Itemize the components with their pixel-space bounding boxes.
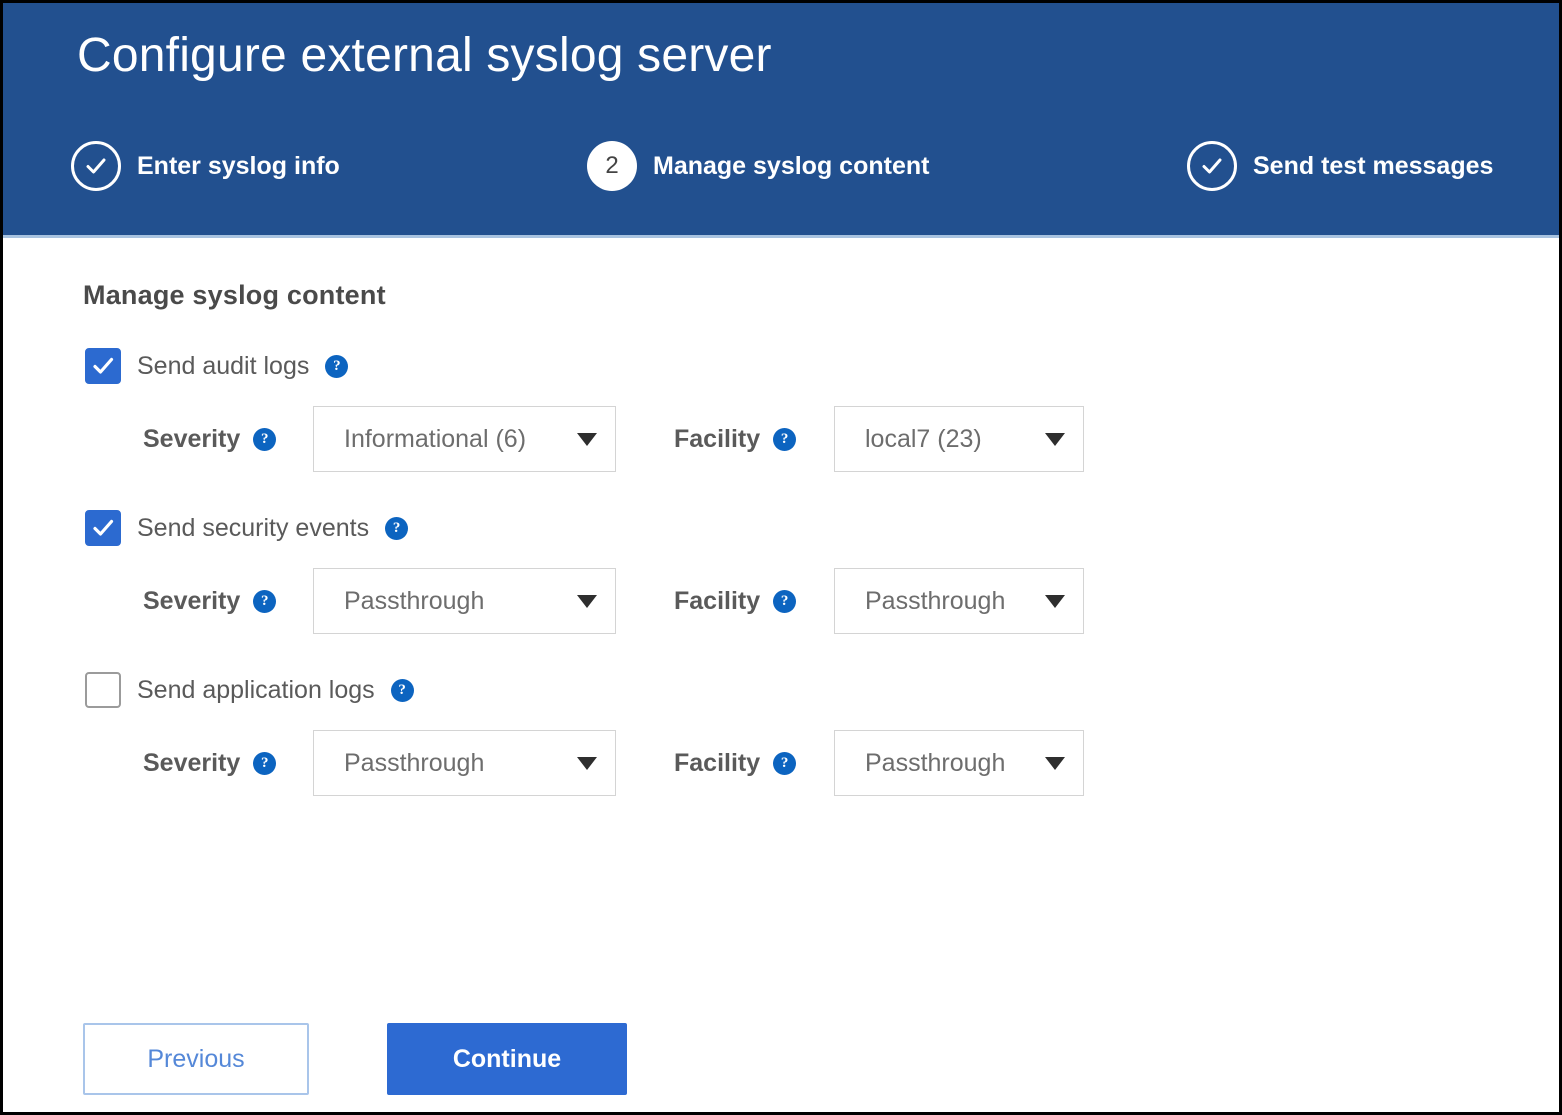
wizard-step-label: Enter syslog info <box>137 152 340 181</box>
severity-label: Severity <box>143 587 240 616</box>
help-icon[interactable]: ? <box>253 752 276 775</box>
chevron-down-icon <box>577 757 597 770</box>
send-application-logs-checkbox[interactable] <box>85 672 121 708</box>
wizard-content: Manage syslog content Send audit logs ? … <box>3 238 1559 797</box>
chevron-down-icon <box>577 433 597 446</box>
check-circle-icon <box>71 141 121 191</box>
audit-logs-facility-select[interactable]: local7 (23) <box>834 406 1084 472</box>
step-number-badge: 2 <box>587 141 637 191</box>
select-value: local7 (23) <box>865 425 982 454</box>
application-logs-facility-select[interactable]: Passthrough <box>834 730 1084 796</box>
audit-logs-fields: Severity ? Informational (6) Facility ? … <box>143 405 1559 473</box>
select-value: Passthrough <box>344 587 484 616</box>
chevron-down-icon <box>1045 595 1065 608</box>
chevron-down-icon <box>1045 757 1065 770</box>
facility-label-group: Facility ? <box>674 749 834 778</box>
chevron-down-icon <box>577 595 597 608</box>
send-audit-logs-checkbox[interactable] <box>85 348 121 384</box>
continue-button[interactable]: Continue <box>387 1023 627 1095</box>
send-security-events-label: Send security events <box>137 514 369 543</box>
application-logs-facility-cell: Facility ? Passthrough <box>674 730 1084 796</box>
help-icon[interactable]: ? <box>773 752 796 775</box>
syslog-group-application-logs: Send application logs ? Severity ? Passt… <box>3 671 1559 797</box>
severity-label-group: Severity ? <box>143 425 313 454</box>
wizard-step-send-test-messages[interactable]: Send test messages <box>1187 138 1493 194</box>
help-icon[interactable]: ? <box>773 428 796 451</box>
wizard-step-label: Manage syslog content <box>653 152 929 181</box>
help-icon[interactable]: ? <box>253 590 276 613</box>
select-value: Passthrough <box>865 587 1005 616</box>
severity-label-group: Severity ? <box>143 749 313 778</box>
page-title: Configure external syslog server <box>77 27 772 85</box>
send-security-events-checkbox[interactable] <box>85 510 121 546</box>
wizard-step-manage-syslog-content[interactable]: 2 Manage syslog content <box>587 138 929 194</box>
audit-logs-severity-select[interactable]: Informational (6) <box>313 406 616 472</box>
help-icon[interactable]: ? <box>773 590 796 613</box>
send-application-logs-row: Send application logs ? <box>85 671 1559 709</box>
help-icon[interactable]: ? <box>391 679 414 702</box>
select-value: Informational (6) <box>344 425 526 454</box>
security-events-facility-select[interactable]: Passthrough <box>834 568 1084 634</box>
facility-label: Facility <box>674 587 760 616</box>
help-icon[interactable]: ? <box>325 355 348 378</box>
security-events-severity-select[interactable]: Passthrough <box>313 568 616 634</box>
application-logs-fields: Severity ? Passthrough Facility ? Passth… <box>143 729 1559 797</box>
security-events-facility-cell: Facility ? Passthrough <box>674 568 1084 634</box>
facility-label: Facility <box>674 425 760 454</box>
wizard-step-enter-syslog-info[interactable]: Enter syslog info <box>71 138 340 194</box>
previous-button[interactable]: Previous <box>83 1023 309 1095</box>
syslog-group-security-events: Send security events ? Severity ? Passth… <box>3 509 1559 635</box>
wizard-footer: Previous Continue <box>83 1023 627 1095</box>
select-value: Passthrough <box>344 749 484 778</box>
facility-label-group: Facility ? <box>674 425 834 454</box>
send-application-logs-label: Send application logs <box>137 676 375 705</box>
wizard-step-list: Enter syslog info 2 Manage syslog conten… <box>3 138 1559 198</box>
security-events-fields: Severity ? Passthrough Facility ? Passth… <box>143 567 1559 635</box>
severity-label-group: Severity ? <box>143 587 313 616</box>
help-icon[interactable]: ? <box>253 428 276 451</box>
check-circle-icon <box>1187 141 1237 191</box>
chevron-down-icon <box>1045 433 1065 446</box>
configure-syslog-wizard: Configure external syslog server Enter s… <box>0 0 1562 1115</box>
syslog-group-audit-logs: Send audit logs ? Severity ? Information… <box>3 347 1559 473</box>
severity-label: Severity <box>143 425 240 454</box>
send-audit-logs-label: Send audit logs <box>137 352 309 381</box>
help-icon[interactable]: ? <box>385 517 408 540</box>
send-security-events-row: Send security events ? <box>85 509 1559 547</box>
section-heading: Manage syslog content <box>83 280 1559 311</box>
facility-label-group: Facility ? <box>674 587 834 616</box>
severity-label: Severity <box>143 749 240 778</box>
application-logs-severity-select[interactable]: Passthrough <box>313 730 616 796</box>
facility-label: Facility <box>674 749 760 778</box>
wizard-step-label: Send test messages <box>1253 152 1493 181</box>
wizard-header: Configure external syslog server Enter s… <box>3 3 1559 238</box>
select-value: Passthrough <box>865 749 1005 778</box>
audit-logs-facility-cell: Facility ? local7 (23) <box>674 406 1084 472</box>
send-audit-logs-row: Send audit logs ? <box>85 347 1559 385</box>
